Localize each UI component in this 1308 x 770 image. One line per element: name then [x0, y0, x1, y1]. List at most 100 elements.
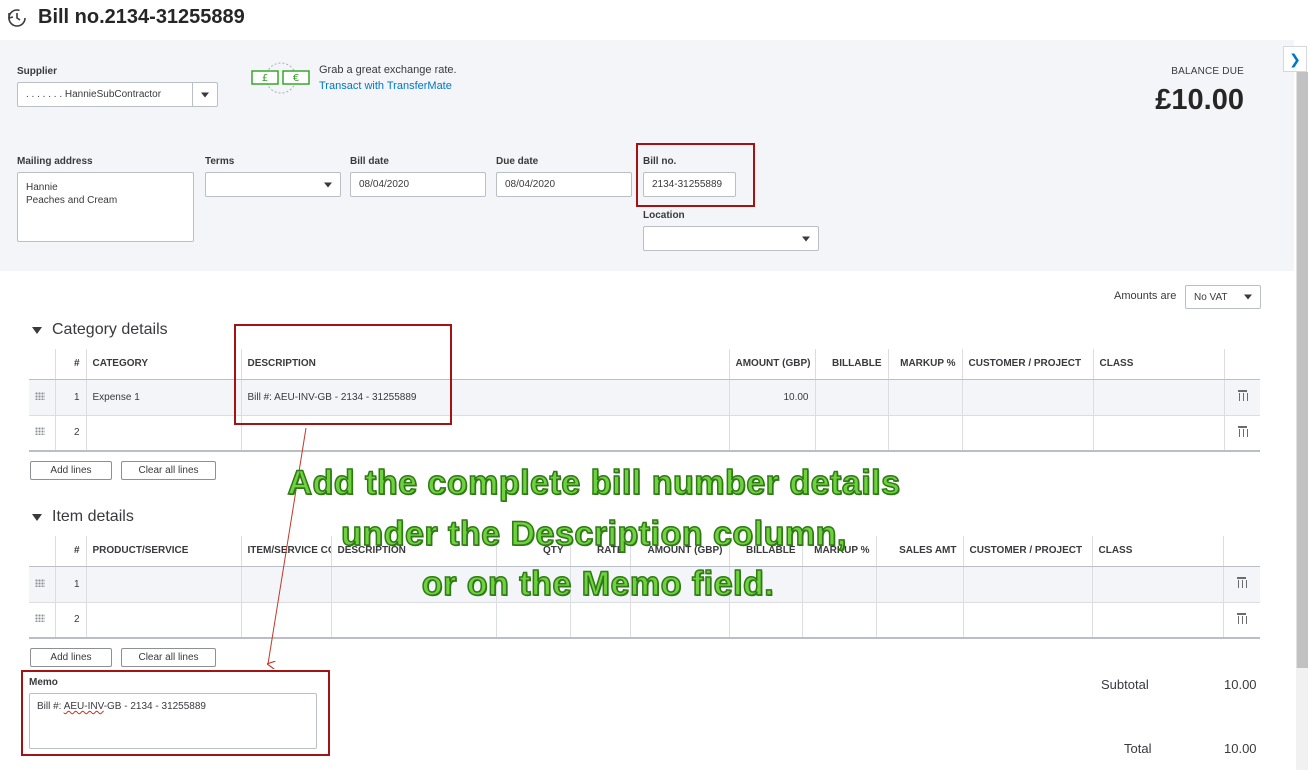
location-select[interactable] — [643, 226, 819, 251]
drag-grip-icon — [35, 427, 45, 436]
customer-project-cell[interactable] — [961, 415, 1093, 452]
item-clear-lines-button[interactable]: Clear all lines — [121, 648, 216, 667]
chevron-down-icon — [201, 92, 209, 97]
category-details-table: # CATEGORY DESCRIPTION AMOUNT (GBP) BILL… — [29, 349, 1260, 452]
trash-icon — [1237, 390, 1248, 401]
row-drag-handle[interactable] — [29, 379, 55, 416]
delete-row-button[interactable] — [1222, 602, 1260, 639]
bill-date-label: Bill date — [350, 156, 389, 167]
drag-grip-icon — [35, 614, 45, 623]
row-drag-handle[interactable] — [29, 602, 55, 639]
bill-date-input[interactable]: 08/04/2020 — [350, 172, 486, 197]
product-service-cell[interactable] — [85, 602, 241, 639]
currency-exchange-icon: £ € — [251, 62, 310, 94]
scrollbar-track[interactable] — [1296, 668, 1308, 770]
billable-cell[interactable] — [814, 415, 888, 452]
total-value: 10.00 — [1224, 741, 1257, 756]
terms-select[interactable] — [205, 172, 341, 197]
category-details-title: Category details — [52, 321, 168, 338]
trash-icon — [1237, 425, 1248, 437]
table-header-row: # CATEGORY DESCRIPTION AMOUNT (GBP) BILL… — [29, 349, 1260, 380]
mailing-address-line1: Hannie — [26, 182, 58, 193]
category-details-toggle[interactable]: Category details — [32, 321, 168, 339]
amount-cell[interactable] — [728, 415, 815, 452]
row-number: 1 — [54, 379, 86, 416]
qty-cell[interactable] — [495, 602, 570, 639]
markup-cell[interactable] — [801, 602, 876, 639]
item-add-lines-button[interactable]: Add lines — [30, 648, 112, 667]
page-header: Bill no.2134-31255889 — [0, 0, 1308, 40]
markup-cell[interactable] — [887, 379, 962, 416]
annotation-line-1: Add the complete bill number details — [287, 463, 901, 503]
svg-text:€: € — [293, 73, 299, 84]
billable-cell[interactable] — [728, 602, 802, 639]
category-cell[interactable] — [85, 415, 241, 452]
delete-row-button[interactable] — [1223, 415, 1260, 452]
supplier-select[interactable]: . . . . . . . HannieSubContractor — [17, 82, 218, 107]
column-header: CUSTOMER / PROJECT — [961, 349, 1093, 380]
delete-row-button[interactable] — [1223, 379, 1260, 416]
delete-column-header — [1223, 349, 1260, 380]
row-number: 2 — [54, 602, 86, 639]
rate-cell[interactable] — [569, 602, 630, 639]
page-title: Bill no.2134-31255889 — [38, 6, 245, 28]
row-drag-handle[interactable] — [29, 415, 55, 452]
balance-due-label: BALANCE DUE — [1171, 66, 1244, 77]
customer-project-cell[interactable] — [961, 379, 1093, 416]
customer-project-cell[interactable] — [962, 602, 1092, 639]
due-date-input[interactable]: 08/04/2020 — [496, 172, 632, 197]
amount-cell[interactable]: 10.00 — [728, 379, 815, 416]
chevron-right-icon: ❯ — [1289, 50, 1301, 67]
svg-text:£: £ — [262, 73, 268, 84]
supplier-value: . . . . . . . HannieSubContractor — [26, 89, 162, 100]
annotation-line-2: under the Description column, — [340, 514, 847, 554]
category-cell[interactable]: Expense 1 — [85, 379, 241, 416]
table-row[interactable]: 2 — [29, 602, 1260, 639]
supplier-label: Supplier — [17, 66, 58, 77]
delete-row-button[interactable] — [1222, 566, 1260, 603]
bill-no-highlight-box — [636, 143, 755, 207]
transfermate-promo: £ € Grab a great exchange rate. Transact… — [250, 62, 457, 101]
column-header: BILLABLE — [814, 349, 888, 380]
balance-due-amount: £10.00 — [1155, 84, 1244, 116]
due-date-label: Due date — [496, 156, 539, 167]
scrollbar-thumb[interactable] — [1296, 72, 1308, 668]
amounts-are-value: No VAT — [1194, 291, 1228, 303]
terms-label: Terms — [205, 156, 235, 167]
supplier-dropdown-button[interactable] — [192, 83, 217, 106]
trash-icon — [1237, 612, 1248, 624]
chevron-down-icon — [324, 182, 332, 187]
amount-cell[interactable] — [629, 602, 729, 639]
trash-icon — [1237, 577, 1248, 588]
column-header: MARKUP % — [887, 349, 962, 380]
class-cell[interactable] — [1091, 602, 1223, 639]
subtotal-label: Subtotal — [1101, 677, 1149, 692]
class-cell[interactable] — [1092, 415, 1224, 452]
total-label: Total — [1124, 741, 1152, 756]
collapse-triangle-icon — [32, 326, 42, 334]
bill-date-value: 08/04/2020 — [359, 179, 410, 190]
description-highlight-box — [234, 324, 452, 425]
billable-cell[interactable] — [814, 379, 888, 416]
subtotal-value: 10.00 — [1224, 677, 1257, 692]
transfermate-link[interactable]: Transact with TransferMate — [319, 80, 452, 92]
mailing-address-field[interactable]: Hannie Peaches and Cream — [17, 172, 194, 242]
chevron-down-icon — [1244, 294, 1252, 300]
panel-toggle-button[interactable]: ❯ — [1283, 46, 1307, 72]
table-row[interactable]: 2 — [29, 415, 1260, 452]
amounts-are-select[interactable]: No VAT — [1185, 285, 1261, 309]
sales-amt-cell[interactable] — [875, 602, 963, 639]
mailing-address-line2: Peaches and Cream — [26, 195, 118, 206]
mailing-address-label: Mailing address — [17, 156, 93, 167]
history-icon[interactable] — [6, 7, 28, 29]
markup-cell[interactable] — [887, 415, 962, 452]
column-header: CLASS — [1092, 349, 1224, 380]
table-row[interactable]: 1 Expense 1 Bill #: AEU-INV-GB - 2134 - … — [29, 379, 1260, 416]
delete-column-header — [1222, 536, 1260, 567]
location-label: Location — [643, 210, 685, 221]
transfer-promo-text: Grab a great exchange rate. — [319, 64, 457, 76]
class-cell[interactable] — [1092, 379, 1224, 416]
amounts-are-label: Amounts are — [1114, 290, 1177, 302]
item-code-cell[interactable] — [240, 602, 331, 639]
description-cell[interactable] — [330, 602, 496, 639]
